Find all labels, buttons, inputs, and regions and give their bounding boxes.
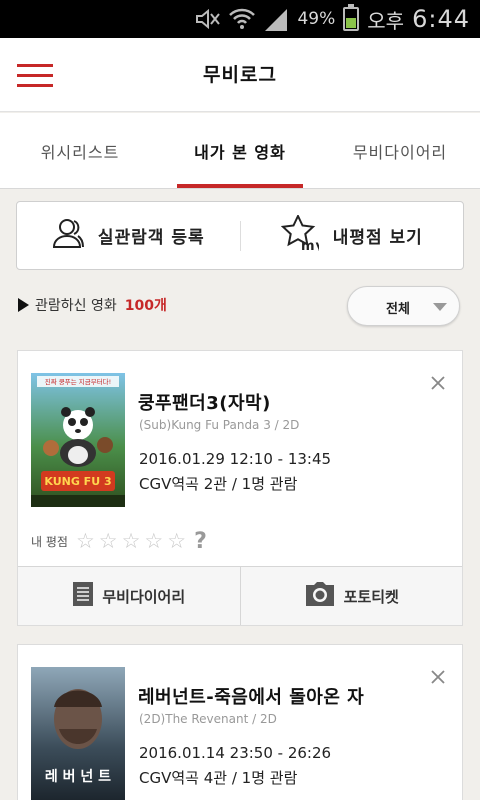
movie-datetime: 2016.01.29 12:10 - 13:45: [139, 450, 332, 468]
wifi-icon: [229, 8, 256, 30]
svg-text:KUNG FU 3: KUNG FU 3: [44, 475, 111, 488]
watched-summary: 관람하신 영화 100개: [18, 295, 167, 315]
my-rating: 내 평점 ☆ ☆ ☆ ☆ ☆ ?: [31, 529, 207, 554]
tab-movie-diary[interactable]: 무비다이어리: [320, 113, 480, 188]
battery-icon: [343, 4, 360, 31]
photo-ticket-button[interactable]: 포토티켓: [241, 567, 463, 625]
movie-diary-label: 무비다이어리: [102, 587, 186, 606]
photo-ticket-label: 포토티켓: [343, 587, 399, 606]
register-viewer-button[interactable]: 실관람객 등록: [17, 202, 240, 269]
movie-title[interactable]: 레버넌트-죽음에서 돌아온 자: [138, 683, 364, 709]
filter-dropdown[interactable]: 전체: [347, 286, 460, 326]
app-header: 무비로그: [0, 38, 480, 112]
my-reviews-label: 내평점 보기: [332, 228, 423, 248]
summary-label: 관람하신 영화: [35, 298, 117, 314]
movie-place: CGV역곡 4관 / 1명 관람: [139, 769, 298, 787]
movie-title[interactable]: 쿵푸팬더3(자막): [138, 389, 271, 415]
rating-label: 내 평점: [31, 535, 68, 549]
battery-percent: 49%: [297, 9, 336, 29]
movie-subtitle: (2D)The Revenant / 2D: [139, 712, 277, 726]
signal-icon: [263, 7, 289, 31]
status-bar: 49% 오후 6:44: [0, 0, 480, 38]
person-icon: [52, 217, 84, 254]
star-icon[interactable]: ☆: [99, 531, 118, 552]
poster-tagline: 진짜 쿵푸는 지금부터다!: [45, 377, 112, 386]
document-icon: [72, 581, 94, 611]
action-box: 실관람객 등록 my 내평점 보기: [16, 201, 464, 270]
card-footer: 무비다이어리 포토티켓: [18, 566, 462, 625]
star-my-icon: my: [280, 213, 324, 256]
star-icon[interactable]: ☆: [144, 531, 163, 552]
star-icon[interactable]: ☆: [167, 531, 186, 552]
close-icon[interactable]: [430, 669, 446, 685]
tab-wishlist[interactable]: 위시리스트: [0, 113, 160, 188]
page-title: 무비로그: [203, 64, 277, 86]
mute-icon: [195, 9, 221, 29]
triangle-icon: [18, 298, 29, 312]
movie-diary-button[interactable]: 무비다이어리: [18, 567, 240, 625]
tab-bar: 위시리스트 내가 본 영화 무비다이어리: [0, 113, 480, 189]
star-icon[interactable]: ☆: [122, 531, 141, 552]
movie-card: 진짜 쿵푸는 지금부터다! KUNG FU 3 쿵푸팬더3(자막) (Sub)K…: [17, 350, 463, 626]
movie-poster[interactable]: 레 버 넌 트: [31, 667, 125, 800]
my-badge-text: my: [301, 239, 319, 251]
status-ampm: 오후: [367, 8, 405, 33]
movie-place: CGV역곡 2관 / 1명 관람: [139, 475, 298, 493]
movie-subtitle: (Sub)Kung Fu Panda 3 / 2D: [139, 418, 300, 432]
rating-unknown: ?: [194, 529, 207, 554]
status-time: 6:44: [412, 5, 470, 33]
movie-poster[interactable]: 진짜 쿵푸는 지금부터다! KUNG FU 3: [31, 373, 125, 507]
star-icon[interactable]: ☆: [76, 531, 95, 552]
chevron-down-icon: [433, 303, 447, 311]
poster-title: 레 버 넌 트: [45, 768, 111, 785]
summary-count: 100개: [124, 298, 167, 314]
camera-icon: [304, 581, 336, 611]
close-icon[interactable]: [430, 375, 446, 391]
movie-card: 레 버 넌 트 레버넌트-죽음에서 돌아온 자 (2D)The Revenant…: [17, 644, 463, 800]
register-viewer-label: 실관람객 등록: [97, 228, 205, 248]
tab-watched[interactable]: 내가 본 영화: [160, 113, 320, 188]
filter-selected: 전체: [386, 302, 410, 317]
my-reviews-button[interactable]: my 내평점 보기: [241, 202, 464, 269]
movie-datetime: 2016.01.14 23:50 - 26:26: [139, 744, 332, 762]
